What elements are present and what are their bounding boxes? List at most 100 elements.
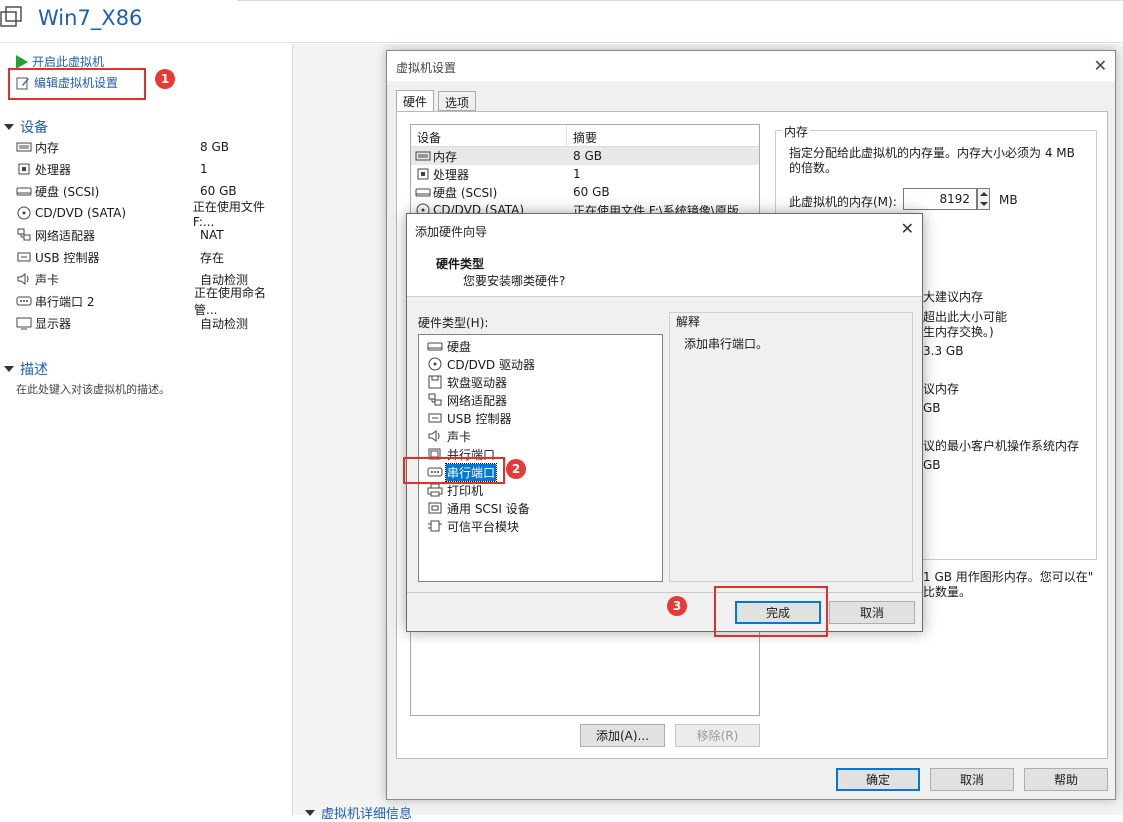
device-table-name: 处理器: [433, 167, 470, 182]
disk-icon: [427, 339, 443, 353]
device-value: 60 GB: [200, 184, 237, 198]
device-name: 显示器: [35, 316, 72, 331]
device-row[interactable]: USB 控制器 存在: [16, 246, 286, 268]
device-table-row[interactable]: 内存 8 GB: [411, 147, 759, 165]
memory-input[interactable]: 8192: [903, 188, 977, 210]
sound-icon: [16, 272, 32, 286]
description-placeholder[interactable]: 在此处键入对该虚拟机的描述。: [16, 381, 170, 397]
spin-up-icon[interactable]: [980, 192, 988, 196]
device-table-header: 设备 摘要: [411, 125, 759, 147]
usb-icon: [427, 411, 443, 425]
explanation-box: 解释 添加串行端口。: [669, 312, 913, 582]
serial-icon: [16, 294, 32, 308]
description-section-title: 描述: [20, 362, 48, 378]
settings-cancel-button[interactable]: 取消: [930, 768, 1014, 791]
graphics-memory-note-2: 比数量。: [923, 585, 972, 599]
hardware-type-label: 通用 SCSI 设备: [447, 501, 530, 516]
disk-icon: [16, 184, 32, 198]
hardware-type-label: 硬盘: [447, 339, 472, 354]
device-name: 声卡: [35, 272, 60, 287]
device-value: 存在: [200, 250, 225, 265]
cd-icon: [427, 357, 443, 371]
devices-section-header[interactable]: 设备: [4, 117, 48, 137]
device-name: 网络适配器: [35, 228, 96, 243]
device-row[interactable]: 显示器 自动检测: [16, 312, 286, 334]
device-name: USB 控制器: [35, 250, 100, 265]
display-icon: [16, 316, 32, 330]
device-name: 处理器: [35, 162, 72, 177]
step-badge-3: 3: [667, 596, 687, 616]
memory-group-legend: 内存: [782, 123, 811, 140]
memory-note-3: 生内存交换。): [923, 325, 994, 339]
tab-options[interactable]: 选项: [438, 91, 477, 111]
close-icon[interactable]: ✕: [1094, 56, 1107, 75]
hardware-type-item[interactable]: 声卡: [419, 427, 662, 445]
device-row[interactable]: 处理器 1: [16, 158, 286, 180]
memory-note-7: 议的最小客户机操作系统内存: [923, 439, 1080, 453]
add-hardware-button[interactable]: 添加(A)...: [580, 724, 665, 747]
device-name: CD/DVD (SATA): [35, 206, 127, 220]
title-underline: [0, 42, 1123, 43]
settings-titlebar: 虚拟机设置 ✕: [387, 51, 1115, 81]
memory-note-4: 3.3 GB: [923, 344, 964, 358]
add-hardware-wizard: 添加硬件向导 ✕ 硬件类型 您要安装哪类硬件? 硬件类型(H): 硬盘 CD/D…: [406, 213, 923, 632]
device-name: 内存: [35, 140, 60, 155]
hardware-type-label: 硬件类型(H):: [418, 316, 489, 330]
device-value: 自动检测: [200, 316, 249, 331]
help-button[interactable]: 帮助: [1024, 768, 1108, 791]
vm-details-section-header[interactable]: 虚拟机详细信息: [305, 803, 412, 822]
hardware-type-label: USB 控制器: [447, 411, 512, 426]
collapse-icon: [4, 124, 14, 130]
usb-icon: [16, 250, 32, 264]
wizard-cancel-button[interactable]: 取消: [829, 601, 915, 624]
device-value: 1: [200, 162, 208, 176]
settings-title: 虚拟机设置: [396, 61, 457, 75]
highlight-box-1: [8, 68, 146, 100]
hardware-type-label: 网络适配器: [447, 393, 508, 408]
wizard-header: 硬件类型 您要安装哪类硬件?: [407, 245, 922, 297]
device-table-summary: 60 GB: [573, 185, 610, 199]
memory-amount-label: 此虚拟机的内存(M):: [789, 195, 897, 209]
hardware-type-label: 打印机: [447, 483, 484, 498]
title-divider: [237, 0, 1123, 1]
hardware-type-item[interactable]: 通用 SCSI 设备: [419, 499, 662, 517]
device-row[interactable]: 串行端口 2 正在使用命名管...: [16, 286, 286, 317]
device-table-row[interactable]: 硬盘 (SCSI) 60 GB: [411, 183, 759, 201]
device-table-summary: 8 GB: [573, 149, 602, 163]
device-value: NAT: [200, 228, 224, 242]
cpu-icon: [16, 162, 32, 176]
device-row[interactable]: CD/DVD (SATA) 正在使用文件 F:...: [16, 200, 286, 229]
column-summary[interactable]: 摘要: [567, 125, 603, 146]
hardware-type-item[interactable]: CD/DVD 驱动器: [419, 355, 662, 373]
hardware-type-item[interactable]: 硬盘: [419, 337, 662, 355]
tpm-icon: [427, 519, 443, 533]
wizard-titlebar: 添加硬件向导 ✕: [407, 214, 922, 245]
remove-hardware-button[interactable]: 移除(R): [675, 724, 760, 747]
wizard-subheading: 您要安装哪类硬件?: [463, 274, 566, 288]
highlight-box-3: [714, 586, 828, 637]
hardware-type-item[interactable]: USB 控制器: [419, 409, 662, 427]
memory-icon: [415, 149, 431, 163]
hardware-type-item[interactable]: 软盘驱动器: [419, 373, 662, 391]
network-icon: [427, 393, 443, 407]
tab-hardware[interactable]: 硬件: [396, 90, 435, 112]
ok-button[interactable]: 确定: [836, 768, 920, 791]
spin-down-icon[interactable]: [980, 202, 988, 206]
memory-note-8: GB: [923, 458, 941, 472]
device-row[interactable]: 网络适配器 NAT: [16, 224, 286, 246]
hardware-type-item[interactable]: 可信平台模块: [419, 517, 662, 535]
wizard-divider: [407, 592, 922, 593]
column-device[interactable]: 设备: [411, 125, 567, 146]
close-icon[interactable]: ✕: [901, 219, 914, 238]
device-table-name: 内存: [433, 149, 458, 164]
device-table-row[interactable]: 处理器 1: [411, 165, 759, 183]
description-section-header[interactable]: 描述: [4, 359, 48, 379]
memory-icon: [16, 140, 32, 154]
memory-spinner[interactable]: [977, 188, 990, 210]
network-icon: [16, 228, 32, 242]
wizard-title: 添加硬件向导: [415, 225, 488, 239]
device-name: 串行端口 2: [35, 294, 95, 309]
device-row[interactable]: 内存 8 GB: [16, 136, 286, 158]
hardware-type-item[interactable]: 网络适配器: [419, 391, 662, 409]
hardware-type-label: CD/DVD 驱动器: [447, 357, 535, 372]
